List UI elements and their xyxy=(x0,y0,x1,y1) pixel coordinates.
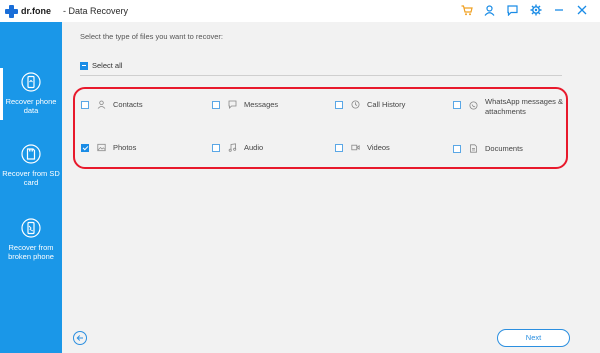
sidebar-item-label: Recover from SD card xyxy=(2,169,60,187)
divider xyxy=(80,75,562,76)
sidebar-item-recover-phone-data[interactable]: Recover phone data xyxy=(0,68,62,120)
title-bar: dr.fone - Data Recovery xyxy=(0,0,600,22)
settings-icon[interactable] xyxy=(529,3,542,17)
logo-text: dr.fone xyxy=(21,6,52,16)
videos-icon xyxy=(351,144,360,151)
back-arrow-icon xyxy=(76,335,83,341)
feedback-icon[interactable] xyxy=(506,3,519,17)
checkbox[interactable] xyxy=(81,101,89,109)
sidebar: Recover phone data Recover from SD card … xyxy=(0,22,62,353)
drfone-logo-icon xyxy=(5,4,18,18)
user-icon[interactable] xyxy=(483,3,496,17)
phone-recover-icon xyxy=(21,72,41,92)
next-button[interactable]: Next xyxy=(497,329,570,347)
cart-icon[interactable] xyxy=(460,3,473,17)
messages-icon xyxy=(228,100,237,109)
file-type-label: Contacts xyxy=(113,100,143,109)
main-panel: Select the type of files you want to rec… xyxy=(62,22,600,353)
file-type-whatsapp[interactable]: WhatsApp messages & attachments xyxy=(453,97,563,117)
file-type-label: Photos xyxy=(113,143,137,152)
sidebar-item-label: Recover phone data xyxy=(5,97,57,115)
documents-icon xyxy=(470,144,477,153)
photos-icon xyxy=(97,143,106,152)
file-type-label: Audio xyxy=(244,143,264,152)
select-all-checkbox[interactable]: Select all xyxy=(80,61,122,70)
minimize-icon[interactable] xyxy=(552,3,565,17)
sidebar-item-recover-sd-card[interactable]: Recover from SD card xyxy=(0,144,62,187)
file-type-photos[interactable]: Photos xyxy=(81,143,136,152)
file-type-messages[interactable]: Messages xyxy=(212,100,278,109)
file-type-audio[interactable]: Audio xyxy=(212,143,263,152)
whatsapp-icon xyxy=(469,101,478,110)
file-type-label: Messages xyxy=(244,100,279,109)
checkbox[interactable] xyxy=(453,101,461,109)
broken-phone-icon xyxy=(21,218,41,238)
checkbox[interactable] xyxy=(335,144,343,152)
file-type-label: Call History xyxy=(367,100,406,109)
instruction-text: Select the type of files you want to rec… xyxy=(80,32,223,41)
file-type-videos[interactable]: Videos xyxy=(335,143,390,152)
checkbox[interactable] xyxy=(212,144,220,152)
call-history-icon xyxy=(351,100,360,109)
file-type-label: Videos xyxy=(367,143,390,152)
audio-icon xyxy=(228,143,237,152)
file-type-label: Documents xyxy=(485,144,523,153)
checkbox-checked[interactable] xyxy=(81,144,89,152)
back-button[interactable] xyxy=(73,331,87,345)
sidebar-item-recover-broken-phone[interactable]: Recover from broken phone xyxy=(0,218,62,261)
sidebar-item-label: Recover from broken phone xyxy=(8,243,54,261)
file-type-call-history[interactable]: Call History xyxy=(335,100,405,109)
app-title: - Data Recovery xyxy=(63,6,129,16)
contacts-icon xyxy=(97,100,106,109)
checkbox[interactable] xyxy=(212,101,220,109)
file-type-contacts[interactable]: Contacts xyxy=(81,100,143,109)
select-all-label: Select all xyxy=(92,61,123,70)
checkbox[interactable] xyxy=(335,101,343,109)
app-logo: dr.fone xyxy=(5,4,51,18)
file-type-label: WhatsApp messages & attachments xyxy=(485,97,563,116)
file-type-documents[interactable]: Documents xyxy=(453,144,523,153)
close-icon[interactable] xyxy=(575,3,588,17)
select-all-partial-check-icon xyxy=(80,61,88,70)
checkbox[interactable] xyxy=(453,145,461,153)
sd-card-icon xyxy=(21,144,41,164)
